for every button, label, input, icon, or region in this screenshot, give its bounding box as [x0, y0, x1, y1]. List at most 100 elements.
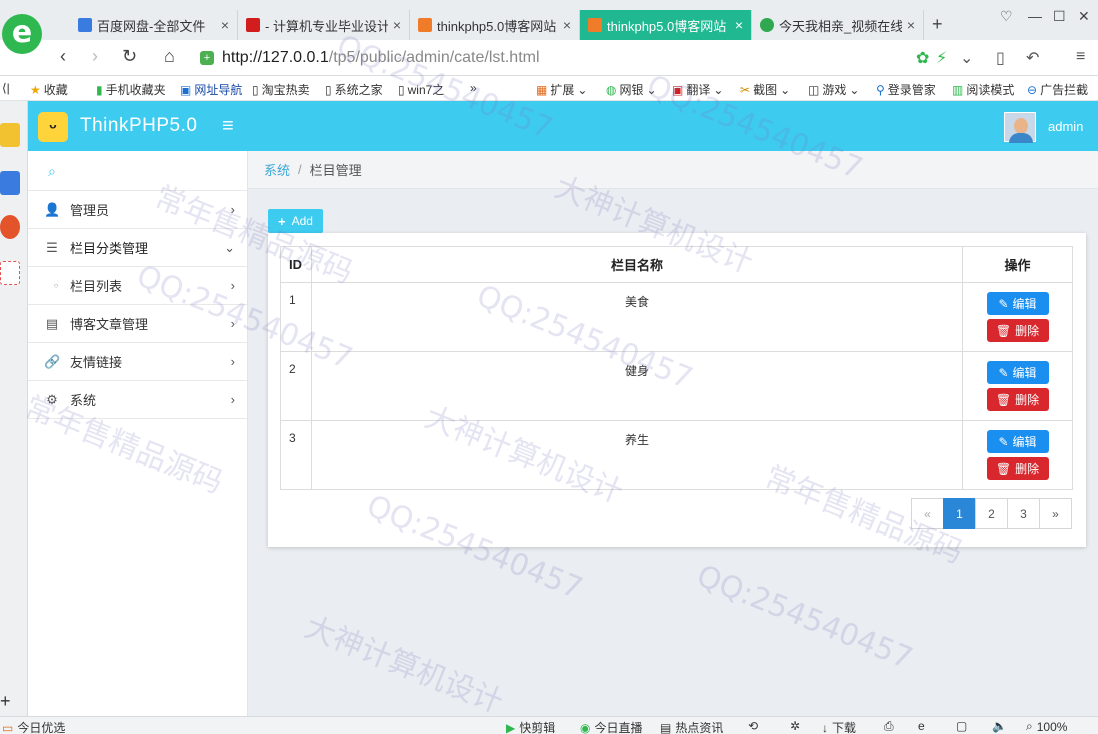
compat-mode-icon[interactable]: ✿ [916, 48, 929, 68]
pagination-page-2[interactable]: 2 [975, 498, 1008, 529]
bookmark-label: 网银 [619, 83, 644, 97]
close-icon[interactable]: × [735, 17, 743, 33]
status-window-icon[interactable]: ▢ [956, 719, 967, 733]
status-history-icon[interactable]: ⟲ [748, 719, 758, 733]
skin-icon[interactable]: ♡ [1000, 8, 1013, 25]
status-ie-icon[interactable]: e [918, 719, 925, 733]
delete-button[interactable]: 🗑 删除 [986, 319, 1049, 342]
ext-screenshot[interactable]: ✂ 截图 ⌄ [740, 81, 790, 98]
avatar[interactable] [1004, 112, 1036, 143]
bookmark-xitong[interactable]: ▯ 系统之家 [325, 81, 383, 98]
bookmark-win7[interactable]: ▯ win7之 [398, 81, 444, 98]
bookmark-label: 系统之家 [334, 83, 383, 97]
ext-extensions[interactable]: ▦ 扩展 ⌄ [536, 81, 587, 98]
edit-button[interactable]: ✎ 编辑 [986, 430, 1049, 453]
status-live[interactable]: ◉ 今日直播 [580, 719, 643, 734]
status-hot-news[interactable]: ▤ 热点资讯 [660, 719, 723, 734]
scissors-icon: ✂ [740, 82, 751, 97]
edit-label: 编辑 [1012, 366, 1037, 380]
browser-tab-bar: 百度网盘-全部文件 × - 计算机专业毕业设计 × thinkphp5.0博客网… [0, 0, 1098, 40]
user-name[interactable]: admin [1048, 119, 1083, 134]
menu-search[interactable]: ⌕ [28, 151, 247, 191]
bookmark-favorites[interactable]: ★ 收藏 [30, 81, 68, 98]
close-icon[interactable]: × [393, 17, 401, 33]
status-zoom[interactable]: ⌕ 100% [1026, 719, 1067, 734]
sidebar-item-articles[interactable]: ▤ 博客文章管理 › [28, 305, 247, 343]
pagination-page-3[interactable]: 3 [1007, 498, 1040, 529]
pagination-prev[interactable]: « [911, 498, 944, 529]
sidebar-subitem-category-list[interactable]: ○ 栏目列表 › [28, 267, 247, 305]
action-group: ✎ 编辑 🗑 删除 [963, 292, 1072, 342]
bookmark-mobile[interactable]: ▮ 手机收藏夹 [96, 81, 166, 98]
notes-sidebar-icon[interactable] [0, 171, 20, 195]
delete-label: 删除 [1015, 462, 1040, 476]
chevron-down-icon[interactable]: ⌄ [960, 48, 973, 68]
phone-icon[interactable]: ▯ [996, 48, 1005, 68]
status-quick-edit[interactable]: ▶ 快剪辑 [506, 719, 555, 734]
undo-icon[interactable]: ↶ [1026, 48, 1039, 68]
sidebar-item-system[interactable]: ⚙ 系统 › [28, 381, 247, 419]
bookmark-more[interactable]: » [470, 81, 477, 95]
ext-adblock[interactable]: ⊖ 广告拦截 [1027, 81, 1088, 98]
close-icon[interactable]: × [907, 17, 915, 33]
status-label: 下载 [832, 721, 857, 734]
tab-title: - 计算机专业毕业设计 [265, 18, 388, 34]
trash-icon: 🗑 [995, 392, 1012, 407]
delete-button[interactable]: 🗑 删除 [986, 457, 1049, 480]
weibo-sidebar-icon[interactable] [0, 215, 20, 239]
close-icon[interactable]: × [563, 17, 571, 33]
tab-title: thinkphp5.0博客网站 [607, 18, 727, 34]
search-icon[interactable]: ⌕ [48, 163, 56, 180]
breadcrumb-root[interactable]: 系统 [264, 160, 290, 179]
mail-sidebar-icon[interactable] [0, 261, 20, 285]
url-field[interactable]: + http://127.0.0.1 /tp5/public/admin/cat… [200, 45, 990, 71]
edit-button[interactable]: ✎ 编辑 [986, 361, 1049, 384]
favorites-sidebar-icon[interactable] [0, 123, 20, 147]
close-icon[interactable]: × [221, 17, 229, 33]
status-tools-icon[interactable]: ✲ [790, 719, 800, 733]
back-icon[interactable]: ‹ [60, 46, 66, 67]
speed-mode-icon[interactable]: ⚡ [936, 48, 947, 68]
delete-button[interactable]: 🗑 删除 [986, 388, 1049, 411]
ext-games[interactable]: ◫ 游戏 ⌄ [808, 81, 859, 98]
maximize-icon[interactable]: ☐ [1053, 8, 1066, 25]
browser-tab-4-active[interactable]: thinkphp5.0博客网站 × [580, 10, 752, 40]
bookmark-taobao[interactable]: ▯ 淘宝热卖 [252, 81, 310, 98]
sidebar-item-category-management[interactable]: ☰ 栏目分类管理 ⌄ [28, 229, 247, 267]
status-volume-icon[interactable]: 🔈 [992, 719, 1007, 733]
ext-login[interactable]: ⚲ 登录管家 [876, 81, 936, 98]
status-label: 快剪辑 [519, 721, 556, 734]
ext-translate[interactable]: ▣ 翻译 ⌄ [672, 81, 723, 98]
sidebar-toggle-icon[interactable]: ⟨| [2, 81, 10, 95]
minimize-icon[interactable]: — [1028, 8, 1042, 24]
sidebar-item-links[interactable]: 🔗 友情链接 › [28, 343, 247, 381]
browser-tab-3[interactable]: thinkphp5.0博客网站 × [410, 10, 580, 40]
sidebar-item-admins[interactable]: 👤 管理员 › [28, 191, 247, 229]
close-window-icon[interactable]: ✕ [1078, 8, 1090, 25]
add-sidebar-icon[interactable]: + [0, 691, 11, 712]
bookmark-nav[interactable]: ▣ 网址导航 [180, 81, 242, 98]
ext-bank[interactable]: ◍ 网银 ⌄ [606, 81, 657, 98]
bookmark-label: 阅读模式 [966, 83, 1015, 97]
edit-button[interactable]: ✎ 编辑 [986, 292, 1049, 315]
status-today-picks[interactable]: ▭ 今日优选 [2, 719, 65, 734]
site-info-icon[interactable]: + [200, 51, 214, 65]
browser-tab-5[interactable]: 今天我相亲_视频在线 × [752, 10, 924, 40]
pagination-page-1[interactable]: 1 [943, 498, 976, 529]
browser-tab-2[interactable]: - 计算机专业毕业设计 × [238, 10, 410, 40]
browser-tab-1[interactable]: 百度网盘-全部文件 × [70, 10, 238, 40]
status-label: 今日优选 [17, 721, 66, 734]
home-icon[interactable]: ⌂ [164, 46, 175, 67]
status-download[interactable]: ↓ 下载 [822, 719, 856, 734]
new-tab-button[interactable]: + [932, 14, 943, 35]
forward-icon[interactable]: › [92, 46, 98, 67]
add-button[interactable]: + Add [268, 209, 323, 233]
app-title[interactable]: ThinkPHP5.0 [80, 115, 197, 137]
menu-toggle-icon[interactable]: ≡ [222, 115, 234, 138]
video-edit-icon: ▶ [506, 720, 516, 734]
pagination-next[interactable]: » [1039, 498, 1072, 529]
refresh-icon[interactable]: ↻ [122, 46, 137, 67]
ext-reader[interactable]: ▥ 阅读模式 [952, 81, 1014, 98]
status-print-icon[interactable]: ⎙ [884, 719, 894, 734]
menu-icon[interactable]: ≡ [1076, 48, 1085, 66]
